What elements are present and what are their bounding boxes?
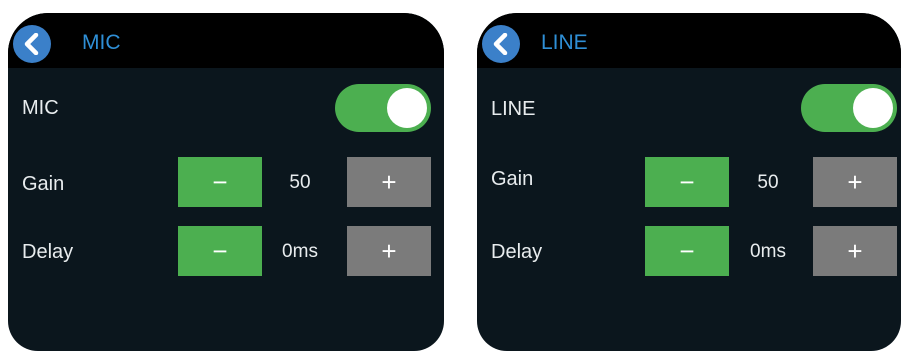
delay-label: Delay <box>491 241 543 263</box>
gain-value: 50 <box>289 172 311 193</box>
delay-increase-button[interactable]: + <box>347 226 431 276</box>
minus-icon: − <box>679 235 695 266</box>
gain-increase-button[interactable]: + <box>813 157 897 207</box>
line-panel: LINE LINE Gain − 50 + Delay − 0ms + <box>477 13 901 351</box>
plus-icon: + <box>847 235 863 266</box>
gain-decrease-button[interactable]: − <box>645 157 729 207</box>
chevron-left-icon <box>493 33 508 55</box>
title-bar: LINE <box>477 13 901 68</box>
gain-decrease-button[interactable]: − <box>178 157 262 207</box>
gain-label: Gain <box>491 168 534 190</box>
gain-value: 50 <box>757 172 779 193</box>
delay-label: Delay <box>22 241 74 263</box>
delay-value: 0ms <box>750 241 786 262</box>
gain-label: Gain <box>22 173 65 195</box>
toggle-knob <box>853 88 893 128</box>
mic-enable-toggle[interactable] <box>335 84 431 132</box>
mic-panel: MIC MIC Gain − 50 + Delay − 0ms + <box>8 13 444 351</box>
page-title: MIC <box>82 31 121 54</box>
page-title: LINE <box>541 31 588 54</box>
delay-decrease-button[interactable]: − <box>645 226 729 276</box>
minus-icon: − <box>679 166 695 197</box>
minus-icon: − <box>212 166 228 197</box>
toggle-knob <box>387 88 427 128</box>
delay-increase-button[interactable]: + <box>813 226 897 276</box>
gain-increase-button[interactable]: + <box>347 157 431 207</box>
plus-icon: + <box>381 235 397 266</box>
plus-icon: + <box>847 166 863 197</box>
back-button[interactable] <box>482 25 520 63</box>
line-enable-toggle[interactable] <box>801 84 897 132</box>
minus-icon: − <box>212 235 228 266</box>
mic-enable-label: MIC <box>22 97 59 119</box>
plus-icon: + <box>381 166 397 197</box>
delay-decrease-button[interactable]: − <box>178 226 262 276</box>
back-button[interactable] <box>13 25 51 63</box>
delay-value: 0ms <box>282 241 318 262</box>
line-enable-label: LINE <box>491 98 536 120</box>
title-bar: MIC <box>8 13 444 68</box>
chevron-left-icon <box>24 33 39 55</box>
